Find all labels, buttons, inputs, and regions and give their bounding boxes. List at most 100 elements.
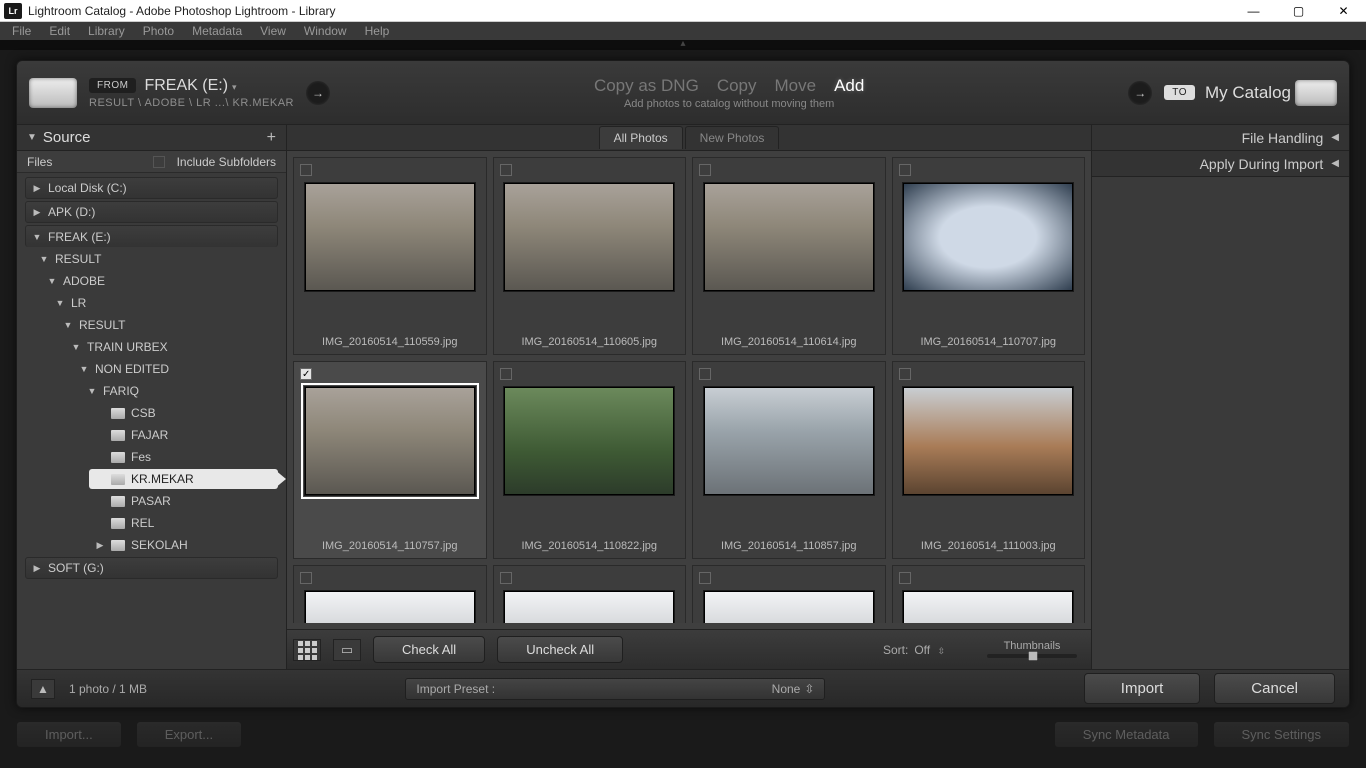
filename-label: IMG_20160514_111003.jpg xyxy=(893,540,1085,552)
forward-arrow-icon[interactable]: → xyxy=(1128,81,1152,105)
mode-move[interactable]: Move xyxy=(775,76,817,96)
thumbnail-cell[interactable]: IMG_20160514_110559.jpg xyxy=(293,157,487,355)
pick-checkbox[interactable] xyxy=(300,368,312,380)
folder-adobe[interactable]: ▼ADOBE xyxy=(41,271,278,291)
folder-rel[interactable]: REL xyxy=(89,513,278,533)
compact-toggle-button[interactable]: ▲ xyxy=(31,679,55,699)
thumbnail-cell[interactable]: IMG_20160514_110757.jpg xyxy=(293,361,487,559)
thumbnail-cell[interactable] xyxy=(892,565,1086,623)
mode-copy-dng[interactable]: Copy as DNG xyxy=(594,76,699,96)
thumbnail-image xyxy=(703,386,875,496)
disclosure-down-icon: ▼ xyxy=(27,132,37,143)
pick-checkbox[interactable] xyxy=(899,572,911,584)
pick-checkbox[interactable] xyxy=(500,164,512,176)
folder-icon xyxy=(111,474,125,485)
apply-during-import-panel[interactable]: Apply During Import◀ xyxy=(1092,151,1349,177)
menu-photo[interactable]: Photo xyxy=(135,24,182,38)
folder-sekolah[interactable]: ▶SEKOLAH xyxy=(89,535,278,555)
mode-add[interactable]: Add xyxy=(834,76,864,96)
to-badge: TO xyxy=(1164,85,1195,100)
folder-result[interactable]: ▼RESULT xyxy=(33,249,278,269)
pick-checkbox[interactable] xyxy=(699,164,711,176)
pick-checkbox[interactable] xyxy=(899,368,911,380)
tab-new-photos[interactable]: New Photos xyxy=(685,126,780,149)
thumbnail-cell[interactable]: IMG_20160514_110822.jpg xyxy=(493,361,687,559)
import-button[interactable]: Import xyxy=(1084,673,1201,704)
menu-edit[interactable]: Edit xyxy=(41,24,78,38)
menu-metadata[interactable]: Metadata xyxy=(184,24,250,38)
menu-help[interactable]: Help xyxy=(357,24,398,38)
folder-icon xyxy=(111,518,125,529)
pick-checkbox[interactable] xyxy=(699,368,711,380)
menu-view[interactable]: View xyxy=(252,24,294,38)
source-panel-header[interactable]: ▼ Source + xyxy=(17,125,286,151)
drive-item-d[interactable]: ▶APK (D:) xyxy=(25,201,278,223)
thumbnail-cell[interactable]: IMG_20160514_110614.jpg xyxy=(692,157,886,355)
mode-description: Add photos to catalog without moving the… xyxy=(624,98,834,110)
mode-copy[interactable]: Copy xyxy=(717,76,757,96)
folder-csb[interactable]: CSB xyxy=(89,403,278,423)
filename-label: IMG_20160514_110857.jpg xyxy=(693,540,885,552)
loupe-view-button[interactable]: ▭ xyxy=(333,639,361,661)
pick-checkbox[interactable] xyxy=(500,572,512,584)
close-button[interactable]: ✕ xyxy=(1321,0,1366,22)
forward-arrow-icon[interactable]: → xyxy=(306,81,330,105)
folder-non-edited[interactable]: ▼NON EDITED xyxy=(73,359,278,379)
from-badge: FROM xyxy=(89,78,136,93)
drive-item-g[interactable]: ▶SOFT (G:) xyxy=(25,557,278,579)
pick-checkbox[interactable] xyxy=(699,572,711,584)
add-source-button[interactable]: + xyxy=(267,129,276,147)
thumbnail-cell[interactable]: IMG_20160514_110605.jpg xyxy=(493,157,687,355)
folder-fajar[interactable]: FAJAR xyxy=(89,425,278,445)
thumbnail-cell[interactable] xyxy=(293,565,487,623)
pick-checkbox[interactable] xyxy=(300,164,312,176)
thumbnail-cell[interactable] xyxy=(692,565,886,623)
folder-kr-mekar[interactable]: KR.MEKAR xyxy=(89,469,278,489)
destination-label[interactable]: My Catalog xyxy=(1205,83,1291,103)
under-sync-settings: Sync Settings xyxy=(1213,721,1351,748)
thumbnail-image xyxy=(304,182,476,292)
folder-lr[interactable]: ▼LR xyxy=(49,293,278,313)
drive-item-e[interactable]: ▼FREAK (E:) xyxy=(25,225,278,247)
folder-pasar[interactable]: PASAR xyxy=(89,491,278,511)
thumbnail-cell[interactable]: IMG_20160514_110707.jpg xyxy=(892,157,1086,355)
source-drive-select[interactable]: FREAK (E:)▾ xyxy=(144,77,236,95)
maximize-button[interactable]: ▢ xyxy=(1276,0,1321,22)
uncheck-all-button[interactable]: Uncheck All xyxy=(497,636,623,663)
folder-train-urbex[interactable]: ▼TRAIN URBEX xyxy=(65,337,278,357)
module-collapse-handle[interactable] xyxy=(0,40,1366,50)
file-handling-panel[interactable]: File Handling◀ xyxy=(1092,125,1349,151)
source-panel-title: Source xyxy=(43,129,91,146)
drive-item-c[interactable]: ▶Local Disk (C:) xyxy=(25,177,278,199)
import-preset-select[interactable]: Import Preset : None⇳ xyxy=(405,678,825,700)
thumbnail-image xyxy=(902,590,1074,623)
menu-file[interactable]: File xyxy=(4,24,39,38)
thumbnail-image xyxy=(503,590,675,623)
check-all-button[interactable]: Check All xyxy=(373,636,485,663)
source-panel: ▼ Source + Files Include Subfolders ▶Loc… xyxy=(17,125,287,669)
thumbnail-size-slider[interactable] xyxy=(987,654,1077,658)
menu-window[interactable]: Window xyxy=(296,24,355,38)
pick-checkbox[interactable] xyxy=(300,572,312,584)
destination-drive-icon xyxy=(1295,80,1337,106)
thumbnail-cell[interactable]: IMG_20160514_110857.jpg xyxy=(692,361,886,559)
menu-library[interactable]: Library xyxy=(80,24,133,38)
pick-checkbox[interactable] xyxy=(899,164,911,176)
minimize-button[interactable]: — xyxy=(1231,0,1276,22)
thumbnail-cell[interactable]: IMG_20160514_111003.jpg xyxy=(892,361,1086,559)
tab-all-photos[interactable]: All Photos xyxy=(599,126,683,149)
thumbnail-cell[interactable] xyxy=(493,565,687,623)
right-panel-group: File Handling◀ Apply During Import◀ xyxy=(1091,125,1349,669)
cancel-button[interactable]: Cancel xyxy=(1214,673,1335,704)
import-mode-tabs: Copy as DNG Copy Move Add xyxy=(594,76,864,96)
grid-view-button[interactable] xyxy=(293,639,321,661)
folder-fes[interactable]: Fes xyxy=(89,447,278,467)
folder-fariq[interactable]: ▼FARIQ xyxy=(81,381,278,401)
sort-select[interactable]: Off ⇳ xyxy=(914,643,945,657)
include-subfolders-checkbox[interactable] xyxy=(153,156,165,168)
thumbnails-label: Thumbnails xyxy=(1004,640,1061,652)
under-export: Export... xyxy=(136,721,242,748)
folder-result2[interactable]: ▼RESULT xyxy=(57,315,278,335)
folder-tree: ▶Local Disk (C:) ▶APK (D:) ▼FREAK (E:) ▼… xyxy=(17,173,286,669)
pick-checkbox[interactable] xyxy=(500,368,512,380)
